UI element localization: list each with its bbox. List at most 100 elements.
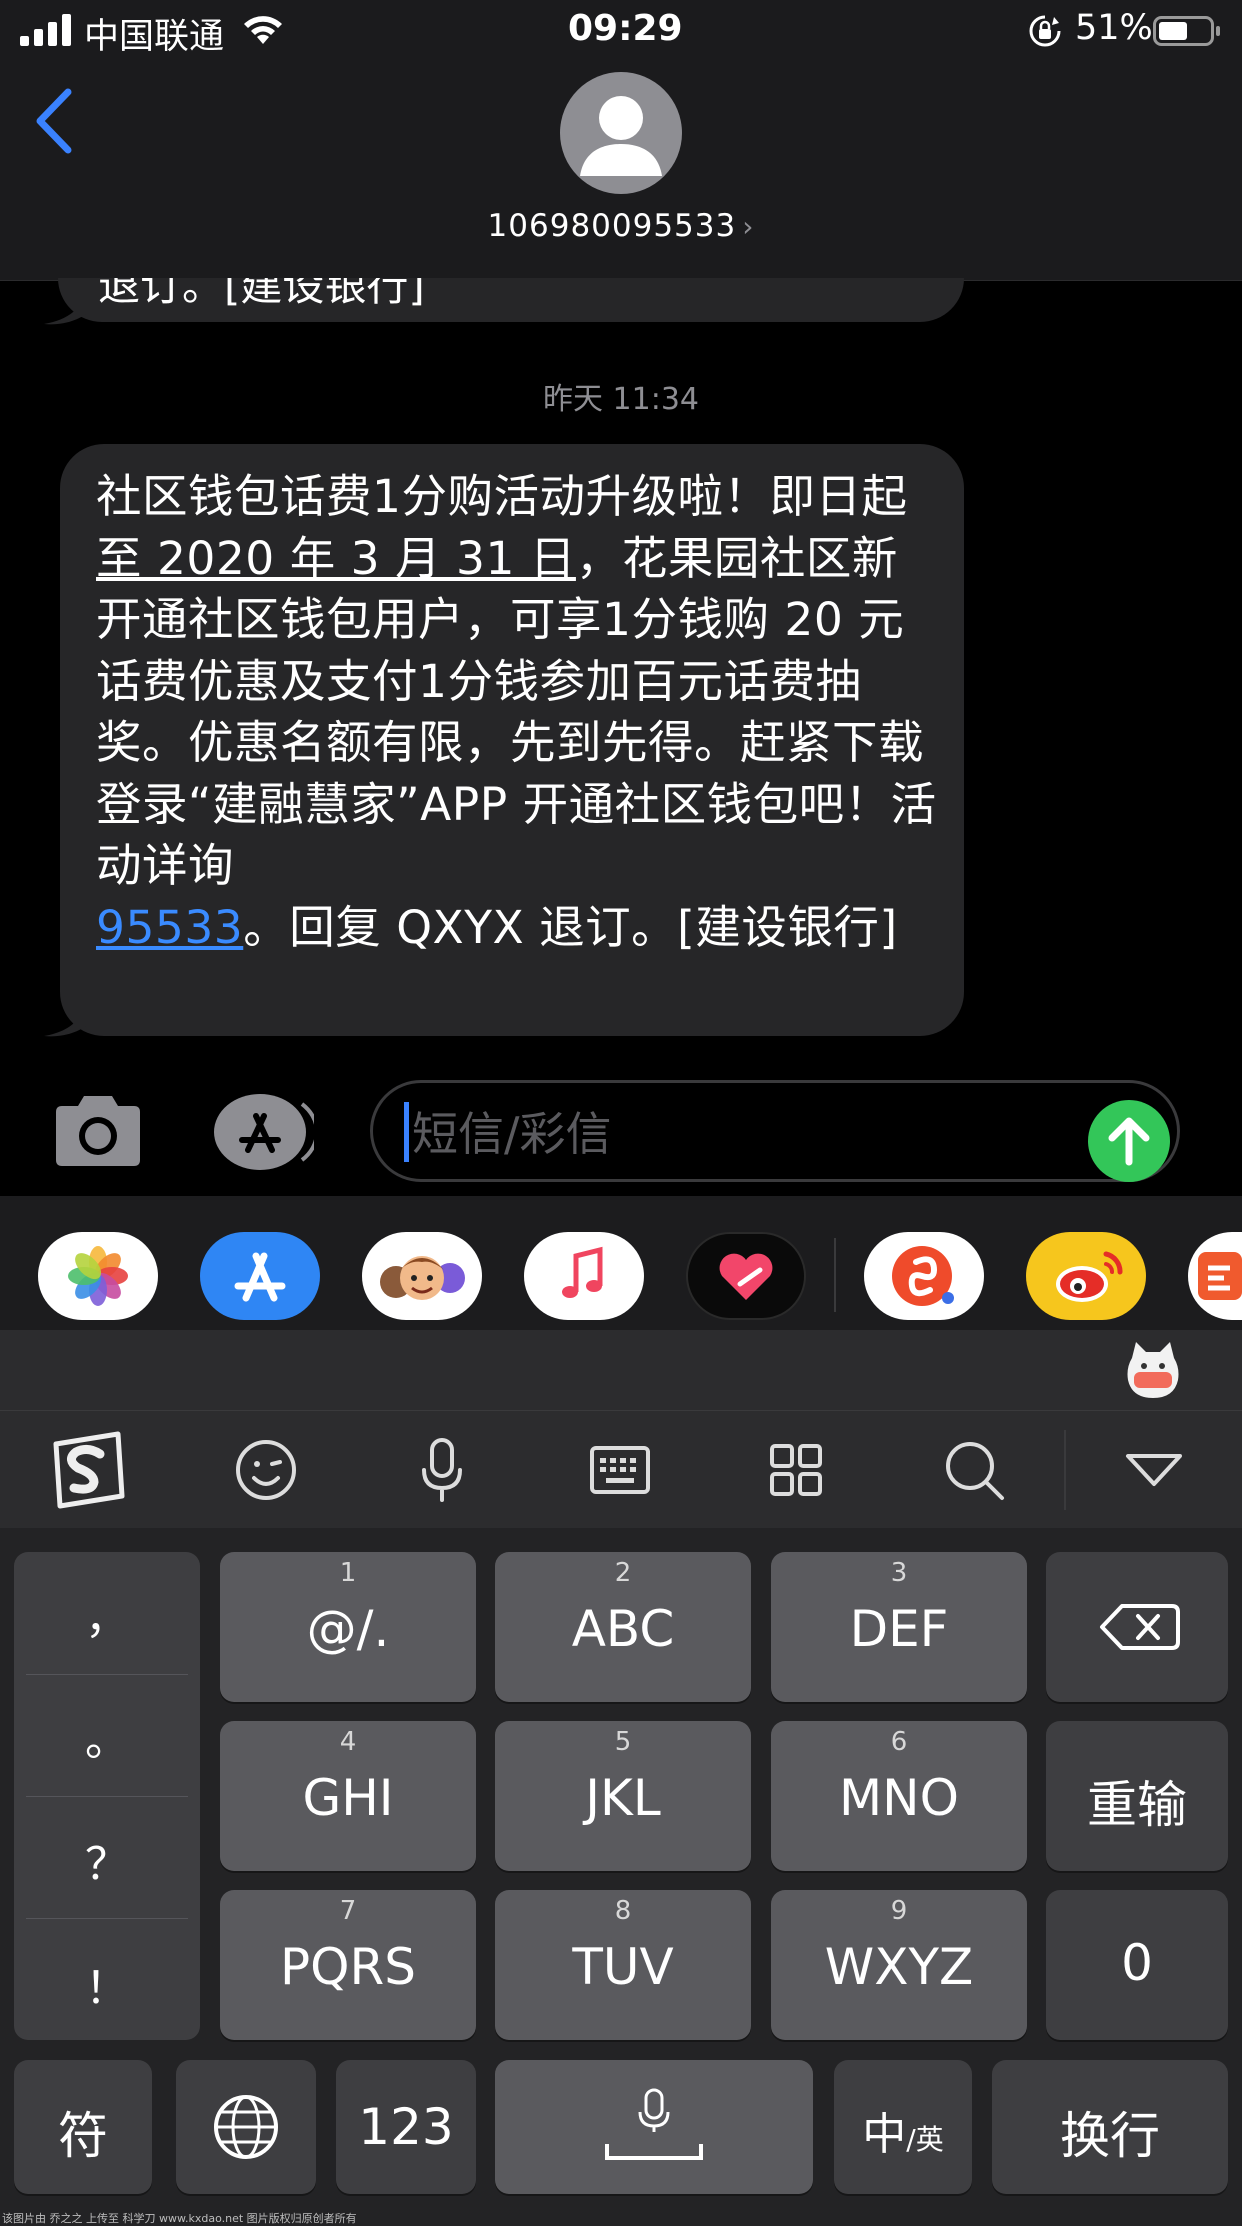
message-input-placeholder: 短信/彩信 [412, 1107, 612, 1161]
key-label: JKL [585, 1769, 661, 1827]
person-icon [580, 96, 662, 176]
message-bubble[interactable]: 社区钱包话费1分购活动升级啦！即日起至 2020 年 3 月 31 日，花果园社… [60, 444, 964, 1036]
collapse-icon[interactable] [1114, 1430, 1194, 1510]
photos-app-icon[interactable] [38, 1232, 158, 1320]
watermark-text: 该图片由 乔之之 上传至 科学刀 www.kxdao.net 图片版权归原创者所… [2, 2212, 357, 2225]
grid-icon[interactable] [756, 1430, 836, 1510]
divider [26, 1918, 188, 1919]
key-5[interactable]: 5 JKL [495, 1721, 751, 1871]
app-drawer-separator [834, 1238, 836, 1312]
contact-number[interactable]: 106980095533› [420, 208, 822, 244]
globe-key[interactable] [176, 2060, 316, 2194]
music-app-icon[interactable] [524, 1232, 644, 1320]
key-4[interactable]: 4 GHI [220, 1721, 476, 1871]
arrow-up-icon [1108, 1117, 1150, 1166]
weibo-app-icon[interactable] [1026, 1232, 1146, 1320]
key-label: TUV [572, 1938, 674, 1996]
wifi-icon [244, 16, 282, 44]
search-icon[interactable] [934, 1430, 1014, 1510]
divider [26, 1674, 188, 1675]
key-label: 0 [1121, 1934, 1153, 1992]
bubble-tail [44, 996, 88, 1037]
orientation-lock-icon [1029, 15, 1061, 47]
bubble-tail [44, 286, 88, 325]
camera-icon[interactable] [50, 1092, 146, 1172]
delete-key[interactable] [1046, 1552, 1228, 1702]
key-7[interactable]: 7 PQRS [220, 1890, 476, 2040]
app-store-icon[interactable] [208, 1092, 314, 1172]
key-label: PQRS [280, 1938, 416, 1996]
chevron-right-icon: › [742, 210, 755, 243]
memoji-app-icon[interactable] [362, 1232, 482, 1320]
battery-icon [1153, 16, 1220, 46]
key-label: 123 [358, 2098, 454, 2156]
key-label: GHI [302, 1769, 394, 1827]
key-2[interactable]: 2 ABC [495, 1552, 751, 1702]
space-mic-icon [605, 2088, 703, 2160]
signal-icon [20, 14, 71, 46]
emoji-icon[interactable] [226, 1430, 306, 1510]
globe-icon [214, 2095, 278, 2159]
clock: 09:29 [568, 8, 683, 49]
key-label: MNO [839, 1769, 959, 1827]
message-text-part: ，花果园社区新开通社区钱包用户，可享1分钱购 20 元话费优惠及支付1分钱参加百… [96, 531, 937, 893]
key-label: WXYZ [824, 1938, 974, 1996]
space-key[interactable] [495, 2060, 813, 2194]
message-text-part: 。回复 QXYX 退订。[建设银行] [243, 900, 898, 954]
digital-touch-app-icon[interactable] [686, 1232, 806, 1320]
carrier-name: 中国联通 [84, 17, 225, 57]
text-caret [404, 1102, 409, 1162]
toolbar-separator [1064, 1430, 1066, 1510]
key-1[interactable]: 1 @/. [220, 1552, 476, 1702]
symbols-key[interactable]: 符 [14, 2060, 152, 2194]
newline-key[interactable]: 换行 [992, 2060, 1228, 2194]
message-text: 社区钱包话费1分购活动升级啦！即日起至 2020 年 3 月 31 日，花果园社… [96, 466, 938, 958]
divider [26, 1796, 188, 1797]
shazam-like-app-icon[interactable] [864, 1232, 984, 1320]
battery-percentage: 51% [1075, 8, 1153, 48]
keyboard-icon[interactable] [580, 1430, 660, 1510]
key-label: 符 [58, 2107, 108, 2165]
numbers-key[interactable]: 123 [336, 2060, 476, 2194]
microphone-icon[interactable] [402, 1430, 482, 1510]
key-0[interactable]: 0 [1046, 1890, 1228, 2040]
question-key[interactable]: ？ [14, 1828, 200, 1892]
keyboard-mascot-icon[interactable] [1122, 1338, 1184, 1402]
message-phone-link[interactable]: 95533 [96, 901, 243, 954]
key-label: 重输 [1087, 1776, 1187, 1834]
key-9[interactable]: 9 WXYZ [771, 1890, 1027, 2040]
back-chevron-icon[interactable] [34, 88, 74, 154]
punctuation-column[interactable]: ， 。 ？ ！ [14, 1552, 200, 2040]
exclamation-key[interactable]: ！ [14, 1952, 200, 2016]
send-button[interactable] [1088, 1100, 1170, 1182]
period-key[interactable]: 。 [14, 1704, 200, 1768]
contact-number-text: 106980095533 [487, 208, 737, 244]
key-number: 6 [890, 1727, 908, 1757]
key-number: 9 [890, 1896, 908, 1926]
lang-sub: /英 [906, 2123, 944, 2156]
key-8[interactable]: 8 TUV [495, 1890, 751, 2040]
sogou-logo-icon[interactable] [48, 1430, 128, 1510]
key-number: 4 [339, 1727, 357, 1757]
message-date-link[interactable]: 至 2020 年 3 月 31 日 [96, 532, 576, 585]
backspace-icon [1100, 1604, 1180, 1650]
key-number: 8 [614, 1896, 632, 1926]
message-text-part: 社区钱包话费1分购活动升级啦！即日起 [96, 470, 908, 523]
key-3[interactable]: 3 DEF [771, 1552, 1027, 1702]
contact-avatar[interactable] [560, 72, 682, 194]
key-6[interactable]: 6 MNO [771, 1721, 1027, 1871]
comma-key[interactable]: ， [14, 1582, 200, 1646]
key-number: 7 [339, 1896, 357, 1926]
keyboard-candidate-bar [0, 1330, 1242, 1410]
key-label: 换行 [1060, 2107, 1160, 2165]
key-label: 中/英 [834, 2098, 972, 2162]
key-label: ABC [571, 1600, 675, 1658]
key-label: @/. [306, 1600, 390, 1658]
reenter-key[interactable]: 重输 [1046, 1721, 1228, 1871]
app-store-app-icon[interactable] [200, 1232, 320, 1320]
language-switch-key[interactable]: 中/英 [834, 2060, 972, 2194]
lang-main: 中 [862, 2109, 907, 2160]
message-timestamp: 昨天 11:34 [543, 382, 699, 417]
previous-message-text: 退订。[建设银行] [98, 261, 425, 310]
key-number: 1 [339, 1558, 357, 1588]
